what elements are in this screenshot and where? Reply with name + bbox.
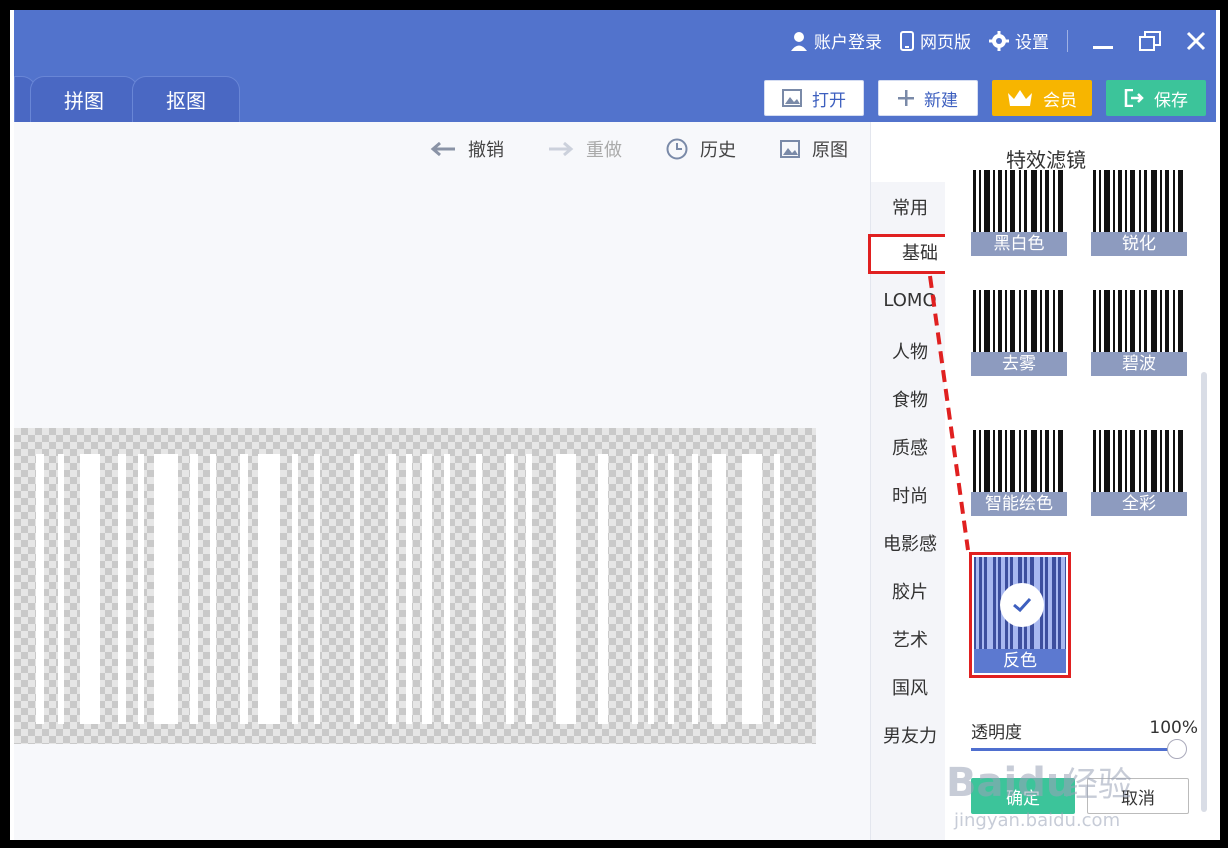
tab-collage-label: 拼图: [64, 89, 104, 113]
category-cinematic[interactable]: 电影感: [871, 530, 949, 556]
filter-azure[interactable]: 碧波: [1091, 290, 1187, 376]
original-button[interactable]: 原图: [780, 136, 848, 162]
filter-label: 锐化: [1091, 232, 1187, 256]
category-food[interactable]: 食物: [871, 386, 949, 412]
filter-label: 智能绘色: [971, 492, 1067, 516]
edited-image[interactable]: [14, 428, 816, 744]
opacity-value: 100%: [1149, 718, 1198, 738]
minimize-button[interactable]: [1092, 31, 1114, 51]
open-label: 打开: [812, 90, 846, 111]
plus-icon: [898, 90, 914, 106]
title-bar: 账户登录 网页版 设置 拼图 抠图 打开 新建 会员 保存: [14, 10, 1216, 122]
app-window: 账户登录 网页版 设置 拼图 抠图 打开 新建 会员 保存 撤销 重做 历史 原…: [10, 10, 1220, 840]
category-list: 常用 基础 LOMO 人物 食物 质感 时尚 电影感 胶片 艺术 国风 男友力: [868, 182, 972, 840]
confirm-button[interactable]: 确定: [971, 778, 1075, 814]
filter-label: 碧波: [1091, 352, 1187, 376]
phone-icon: [900, 30, 914, 51]
action-buttons: 打开 新建 会员 保存: [750, 80, 1206, 116]
inverted-barcode: [36, 454, 780, 724]
undo-label: 撤销: [468, 140, 504, 161]
member-button[interactable]: 会员: [992, 80, 1092, 116]
category-fashion[interactable]: 时尚: [871, 482, 949, 508]
tab-collage[interactable]: 拼图: [30, 76, 138, 122]
arrow-right-icon: [549, 141, 574, 157]
tab-cutout[interactable]: 抠图: [132, 76, 240, 122]
scrollbar[interactable]: [1201, 372, 1207, 812]
web-version-link[interactable]: 网页版: [900, 28, 971, 53]
history-button[interactable]: 历史: [666, 136, 736, 162]
clock-icon: [666, 138, 688, 160]
category-lomo[interactable]: LOMO: [871, 290, 949, 311]
opacity-label: 透明度: [971, 723, 1022, 743]
close-button[interactable]: [1186, 31, 1206, 51]
filter-bw[interactable]: 黑白色: [971, 170, 1067, 256]
user-icon: [791, 31, 807, 51]
export-icon: [1124, 89, 1144, 107]
category-film[interactable]: 胶片: [871, 578, 949, 604]
filter-dehaze[interactable]: 去雾: [971, 290, 1067, 376]
category-common[interactable]: 常用: [871, 194, 949, 220]
close-icon: [1186, 31, 1206, 50]
filter-smart-color[interactable]: 智能绘色: [971, 430, 1067, 516]
opacity-slider-handle[interactable]: [1167, 739, 1187, 759]
edit-toolbar: 撤销 重做 历史 原图: [386, 136, 848, 162]
filter-label: 反色: [974, 649, 1066, 673]
arrow-left-icon: [430, 141, 455, 157]
new-label: 新建: [924, 90, 958, 111]
panel-title: 特效滤镜: [1006, 148, 1086, 172]
save-button[interactable]: 保存: [1106, 80, 1206, 116]
member-label: 会员: [1043, 90, 1077, 111]
new-button[interactable]: 新建: [878, 80, 978, 116]
save-label: 保存: [1154, 90, 1188, 111]
image-icon: [782, 89, 802, 107]
canvas-area: 撤销 重做 历史 原图: [14, 122, 870, 840]
settings-link[interactable]: 设置: [989, 28, 1049, 53]
category-chinese-style[interactable]: 国风: [871, 674, 949, 700]
image-icon: [780, 140, 800, 158]
filter-label: 全彩: [1091, 492, 1187, 516]
module-tabs: 拼图 抠图: [14, 76, 240, 122]
login-link[interactable]: 账户登录: [790, 28, 882, 53]
tab-cutout-label: 抠图: [166, 89, 206, 113]
category-art[interactable]: 艺术: [871, 626, 949, 652]
redo-label: 重做: [586, 140, 622, 161]
undo-button[interactable]: 撤销: [430, 136, 504, 162]
web-version-label: 网页版: [920, 33, 971, 53]
top-links: 账户登录 网页版 设置: [772, 28, 1206, 53]
settings-label: 设置: [1015, 33, 1049, 53]
filter-sharpen[interactable]: 锐化: [1091, 170, 1187, 256]
cancel-button[interactable]: 取消: [1087, 778, 1189, 814]
login-label: 账户登录: [814, 33, 882, 53]
divider: [1067, 29, 1068, 52]
filter-full-color[interactable]: 全彩: [1091, 430, 1187, 516]
restore-icon: [1139, 30, 1161, 51]
open-button[interactable]: 打开: [764, 80, 864, 116]
gear-icon: [989, 30, 1009, 51]
crown-icon: [1008, 90, 1032, 106]
filter-panel: 特效滤镜 常用 基础 LOMO 人物 食物 质感 时尚 电影感 胶片 艺术 国风…: [868, 122, 1220, 840]
checkmark-badge: [1000, 583, 1044, 627]
restore-button[interactable]: [1138, 30, 1162, 52]
original-label: 原图: [812, 140, 848, 161]
minimize-icon: [1093, 45, 1113, 49]
filter-label: 黑白色: [971, 232, 1067, 256]
check-icon: [1013, 597, 1032, 613]
history-label: 历史: [700, 140, 736, 161]
filter-invert[interactable]: 反色: [969, 552, 1071, 678]
category-people[interactable]: 人物: [871, 338, 949, 364]
redo-button[interactable]: 重做: [548, 136, 622, 162]
category-texture[interactable]: 质感: [871, 434, 949, 460]
category-boyfriend[interactable]: 男友力: [871, 722, 949, 748]
filter-label: 去雾: [971, 352, 1067, 376]
opacity-slider[interactable]: [971, 748, 1179, 751]
